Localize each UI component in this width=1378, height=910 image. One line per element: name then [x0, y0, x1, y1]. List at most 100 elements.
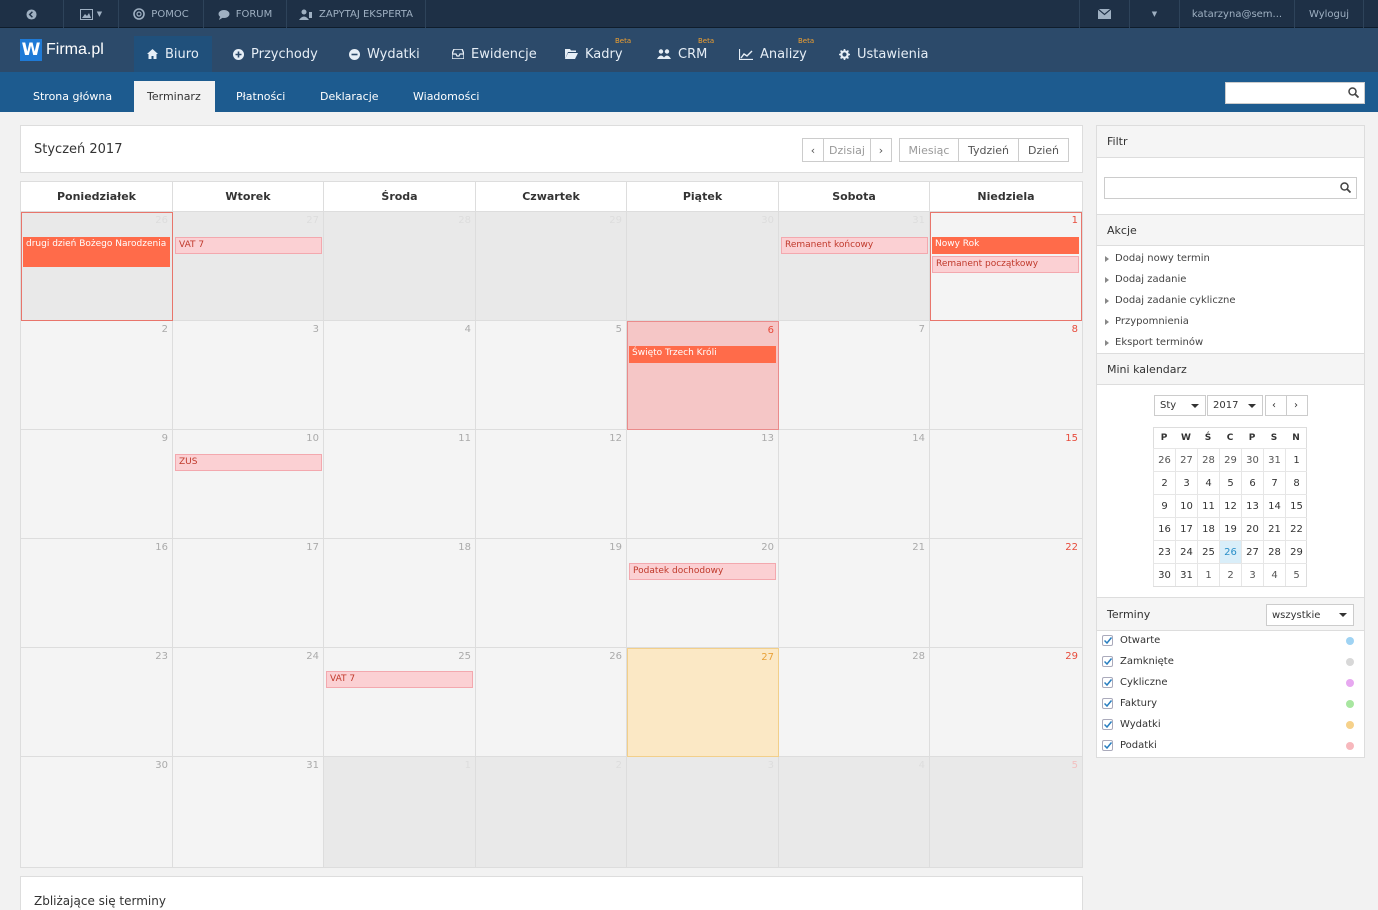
next-month-button[interactable]: ›: [870, 138, 892, 162]
subnav-item-terminarz[interactable]: Terminarz: [134, 81, 215, 112]
day-cell[interactable]: 2: [476, 757, 627, 867]
back-button[interactable]: [0, 0, 64, 28]
day-cell-selected[interactable]: 6: [627, 321, 779, 430]
mini-day[interactable]: 4: [1197, 471, 1219, 494]
day-cell[interactable]: 9: [21, 430, 173, 539]
mini-day[interactable]: 30: [1241, 448, 1263, 471]
checkbox-checked-icon[interactable]: [1102, 677, 1113, 688]
mini-day[interactable]: 16: [1153, 517, 1175, 540]
mini-day[interactable]: 26: [1153, 448, 1175, 471]
day-cell[interactable]: 12: [476, 430, 627, 539]
checkbox-checked-icon[interactable]: [1102, 635, 1113, 646]
mini-day[interactable]: 30: [1153, 563, 1175, 586]
mini-year-select[interactable]: 2017: [1207, 395, 1263, 416]
day-cell[interactable]: 1: [324, 757, 476, 867]
forum-link[interactable]: FORUM: [204, 0, 287, 28]
day-cell[interactable]: 21: [779, 539, 930, 648]
action-add-task[interactable]: Dodaj zadanie: [1105, 274, 1186, 285]
day-cell[interactable]: 13: [627, 430, 779, 539]
day-cell[interactable]: 30: [21, 757, 173, 867]
today-button[interactable]: Dzisiaj: [823, 138, 871, 162]
day-cell[interactable]: 10: [173, 430, 324, 539]
day-cell[interactable]: 19: [476, 539, 627, 648]
mini-day[interactable]: 2: [1219, 563, 1241, 586]
day-cell[interactable]: 28: [779, 648, 930, 757]
mini-day[interactable]: 15: [1285, 494, 1307, 517]
subnav-item-deklaracje[interactable]: Deklaracje: [307, 81, 392, 112]
day-cell[interactable]: 29: [930, 648, 1082, 757]
mini-day[interactable]: 28: [1263, 540, 1285, 563]
mini-day[interactable]: 3: [1175, 471, 1197, 494]
filter-recurring[interactable]: Cykliczne: [1102, 677, 1168, 688]
mini-day[interactable]: 13: [1241, 494, 1263, 517]
nav-item-biuro[interactable]: Biuro: [134, 36, 212, 72]
mini-day[interactable]: 2: [1153, 471, 1175, 494]
action-add-term[interactable]: Dodaj nowy termin: [1105, 253, 1210, 264]
mini-day[interactable]: 6: [1241, 471, 1263, 494]
mini-day[interactable]: 1: [1285, 448, 1307, 471]
mini-day[interactable]: 8: [1285, 471, 1307, 494]
day-cell[interactable]: 17: [173, 539, 324, 648]
day-cell[interactable]: 8: [930, 321, 1082, 430]
nav-item-analizy[interactable]: Beta Analizy: [726, 36, 820, 72]
day-cell[interactable]: 27: [173, 212, 324, 321]
mini-day[interactable]: 20: [1241, 517, 1263, 540]
day-cell[interactable]: 23: [21, 648, 173, 757]
filter-expenses[interactable]: Wydatki: [1102, 719, 1161, 730]
day-cell[interactable]: 22: [930, 539, 1082, 648]
day-cell[interactable]: 20: [627, 539, 779, 648]
nav-item-ustawienia[interactable]: Ustawienia: [826, 36, 941, 72]
terms-select[interactable]: wszystkie: [1266, 604, 1354, 626]
brand-logo[interactable]: W Firma.pl: [20, 39, 104, 61]
subnav-item-wiadomosci[interactable]: Wiadomości: [400, 81, 492, 112]
calendar-event[interactable]: Nowy Rok: [932, 237, 1079, 254]
mini-month-select[interactable]: Sty: [1154, 395, 1206, 416]
logout-link[interactable]: Wyloguj: [1294, 0, 1364, 28]
view-month-button[interactable]: Miesiąc: [899, 138, 959, 162]
day-cell[interactable]: 11: [324, 430, 476, 539]
day-cell[interactable]: 14: [779, 430, 930, 539]
prev-month-button[interactable]: ‹: [802, 138, 824, 162]
day-cell[interactable]: 3: [173, 321, 324, 430]
mini-day[interactable]: 26: [1219, 540, 1241, 563]
action-export-terms[interactable]: Eksport terminów: [1105, 337, 1203, 348]
subnav-item-home[interactable]: Strona główna: [20, 81, 125, 112]
day-cell[interactable]: 24: [173, 648, 324, 757]
day-cell[interactable]: 18: [324, 539, 476, 648]
day-cell[interactable]: 5: [476, 321, 627, 430]
calendar-event[interactable]: ZUS: [175, 454, 322, 471]
checkbox-checked-icon[interactable]: [1102, 740, 1113, 751]
mini-day[interactable]: 5: [1219, 471, 1241, 494]
mini-day[interactable]: 18: [1197, 517, 1219, 540]
mini-day[interactable]: 19: [1219, 517, 1241, 540]
mini-day[interactable]: 5: [1285, 563, 1307, 586]
user-account-link[interactable]: katarzyna@sem...: [1179, 0, 1294, 28]
day-cell[interactable]: 25: [324, 648, 476, 757]
filter-invoices[interactable]: Faktury: [1102, 698, 1157, 709]
mini-day[interactable]: 27: [1175, 448, 1197, 471]
mini-next-button[interactable]: ›: [1286, 395, 1308, 416]
mini-day[interactable]: 31: [1263, 448, 1285, 471]
checkbox-checked-icon[interactable]: [1102, 698, 1113, 709]
day-cell[interactable]: 4: [779, 757, 930, 867]
filter-open[interactable]: Otwarte: [1102, 635, 1160, 646]
ask-expert-link[interactable]: ZAPYTAJ EKSPERTA: [287, 0, 426, 28]
day-cell[interactable]: 31: [779, 212, 930, 321]
nav-item-wydatki[interactable]: Wydatki: [336, 36, 433, 72]
calendar-event[interactable]: Podatek dochodowy: [629, 563, 776, 580]
filter-search-input[interactable]: [1104, 177, 1357, 199]
nav-item-przychody[interactable]: Przychody: [220, 36, 331, 72]
day-cell[interactable]: 2: [21, 321, 173, 430]
filter-closed[interactable]: Zamknięte: [1102, 656, 1174, 667]
global-search-input[interactable]: [1225, 82, 1365, 104]
calendar-event[interactable]: VAT 7: [326, 671, 473, 688]
mini-day[interactable]: 9: [1153, 494, 1175, 517]
mini-day[interactable]: 28: [1197, 448, 1219, 471]
mini-day[interactable]: 12: [1219, 494, 1241, 517]
calendar-event[interactable]: Remanent końcowy: [781, 237, 928, 254]
day-cell[interactable]: 5: [930, 757, 1082, 867]
mini-day[interactable]: 29: [1219, 448, 1241, 471]
mini-day[interactable]: 23: [1153, 540, 1175, 563]
calendar-event[interactable]: Remanent początkowy: [932, 256, 1079, 273]
mini-day[interactable]: 21: [1263, 517, 1285, 540]
